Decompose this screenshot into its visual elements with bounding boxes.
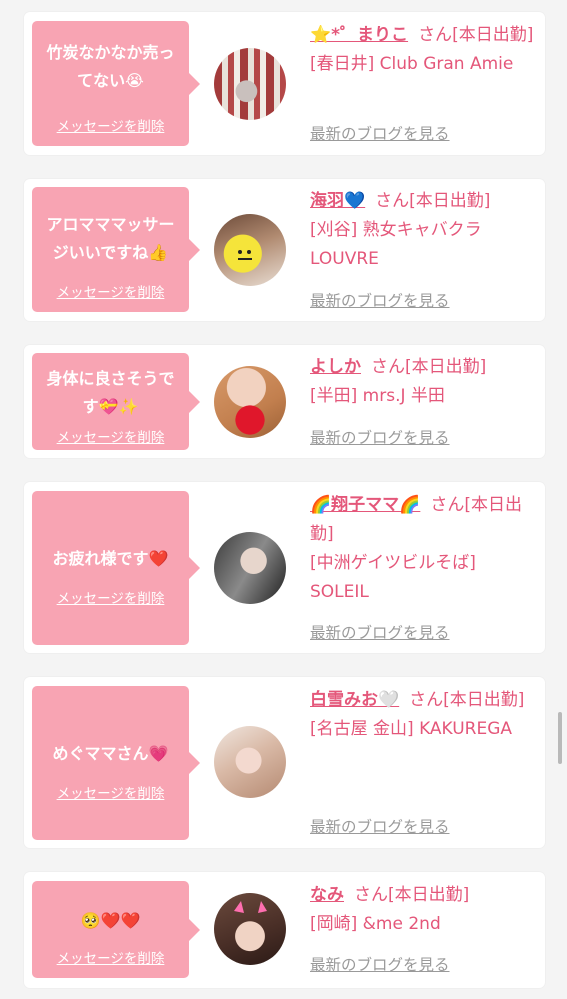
cast-name-link[interactable]: ⭐️*゜まりこ — [310, 25, 408, 45]
shop-label: [岡崎] &me 2nd — [310, 914, 441, 934]
avatar[interactable] — [214, 893, 286, 965]
list-item: お疲れ様です❤️ メッセージを削除 🌈翔子ママ🌈 さん[本日出勤] [中洲ゲイツビ… — [24, 482, 545, 653]
delete-message-link[interactable]: メッセージを削除 — [32, 947, 189, 967]
cast-name-link[interactable]: 海羽💙 — [310, 191, 365, 211]
blog-link[interactable]: 最新のブログを見る — [310, 953, 450, 975]
cast-info: 🌈翔子ママ🌈 さん[本日出勤] [中洲ゲイツビルそば] SOLEIL — [310, 491, 538, 607]
list-item: めぐママさん💗 メッセージを削除 白雪みお🤍 さん[本日出勤] [名古屋 金山] … — [24, 677, 545, 848]
status-badge: [本日出勤] — [452, 25, 534, 45]
blog-link[interactable]: 最新のブログを見る — [310, 621, 450, 643]
shop-label: [中洲ゲイツビルそば] SOLEIL — [310, 553, 476, 602]
message-text: 竹炭なかなか売ってない😭 — [46, 43, 175, 90]
list-item: 身体に良さそうです💝✨ メッセージを削除 よしか さん[本日出勤] [半田] mr… — [24, 345, 545, 458]
delete-message-link[interactable]: メッセージを削除 — [32, 782, 189, 802]
avatar[interactable] — [214, 214, 286, 286]
cast-info: なみ さん[本日出勤] [岡崎] &me 2nd — [310, 881, 538, 939]
shop-label: [春日井] Club Gran Amie — [310, 54, 514, 74]
cast-info: よしか さん[本日出勤] [半田] mrs.J 半田 — [310, 353, 538, 411]
shop-label: [名古屋 金山] KAKUREGA — [310, 719, 513, 739]
delete-message-link[interactable]: メッセージを削除 — [32, 587, 189, 607]
blog-link[interactable]: 最新のブログを見る — [310, 815, 450, 837]
blog-link[interactable]: 最新のブログを見る — [310, 289, 450, 311]
cast-name-link[interactable]: 白雪みお🤍 — [310, 690, 399, 710]
shop-label: [刈谷] 熟女キャバクラ LOUVRE — [310, 220, 482, 269]
ear-icon — [234, 901, 267, 913]
avatar[interactable] — [214, 48, 286, 120]
cast-info: 海羽💙 さん[本日出勤] [刈谷] 熟女キャバクラ LOUVRE — [310, 187, 538, 274]
delete-message-link[interactable]: メッセージを削除 — [32, 281, 189, 301]
status-badge: [本日出勤] — [405, 357, 487, 377]
delete-message-link[interactable]: メッセージを削除 — [32, 426, 189, 446]
cast-name-link[interactable]: なみ — [310, 885, 344, 905]
honorific: さん — [354, 885, 388, 905]
list-item: 竹炭なかなか売ってない😭 メッセージを削除 ⭐️*゜まりこ さん[本日出勤] [春… — [24, 12, 545, 155]
scrollbar[interactable] — [558, 712, 562, 764]
list-item: 🥺❤️❤️ メッセージを削除 なみ さん[本日出勤] [岡崎] &me 2nd 最… — [24, 872, 545, 988]
delete-message-link[interactable]: メッセージを削除 — [32, 115, 189, 135]
honorific: さん — [418, 25, 453, 45]
honorific: さん — [430, 495, 465, 515]
message-bubble: 竹炭なかなか売ってない😭 メッセージを削除 — [32, 21, 200, 146]
message-text: 身体に良さそうです💝✨ — [46, 369, 175, 416]
shop-label: [半田] mrs.J 半田 — [310, 386, 445, 406]
cast-name-link[interactable]: 🌈翔子ママ🌈 — [310, 495, 420, 515]
message-text: アロマママッサージいいですね👍 — [46, 215, 175, 262]
blog-link[interactable]: 最新のブログを見る — [310, 122, 450, 144]
message-bubble: めぐママさん💗 メッセージを削除 — [32, 686, 200, 840]
cast-name-link[interactable]: よしか — [310, 357, 361, 377]
avatar[interactable] — [214, 726, 286, 798]
message-bubble: お疲れ様です❤️ メッセージを削除 — [32, 491, 200, 645]
avatar[interactable] — [214, 366, 286, 438]
message-bubble: 身体に良さそうです💝✨ メッセージを削除 — [32, 353, 200, 450]
message-text: お疲れ様です❤️ — [52, 549, 169, 568]
honorific: さん — [409, 690, 444, 710]
status-badge: [本日出勤] — [388, 885, 470, 905]
list-item: アロマママッサージいいですね👍 メッセージを削除 海羽💙 さん[本日出勤] [刈谷… — [24, 179, 545, 321]
cast-info: 白雪みお🤍 さん[本日出勤] [名古屋 金山] KAKUREGA — [310, 686, 538, 744]
honorific: さん — [375, 191, 410, 211]
cast-info: ⭐️*゜まりこ さん[本日出勤] [春日井] Club Gran Amie — [310, 21, 538, 79]
message-text: 🥺❤️❤️ — [80, 911, 141, 930]
status-badge: [本日出勤] — [409, 191, 491, 211]
face-icon — [238, 250, 252, 260]
message-bubble: アロマママッサージいいですね👍 メッセージを削除 — [32, 187, 200, 312]
honorific: さん — [371, 357, 405, 377]
message-bubble: 🥺❤️❤️ メッセージを削除 — [32, 881, 200, 978]
blog-link[interactable]: 最新のブログを見る — [310, 426, 450, 448]
avatar[interactable] — [214, 532, 286, 604]
message-text: めぐママさん💗 — [52, 744, 169, 763]
status-badge: [本日出勤] — [443, 690, 525, 710]
